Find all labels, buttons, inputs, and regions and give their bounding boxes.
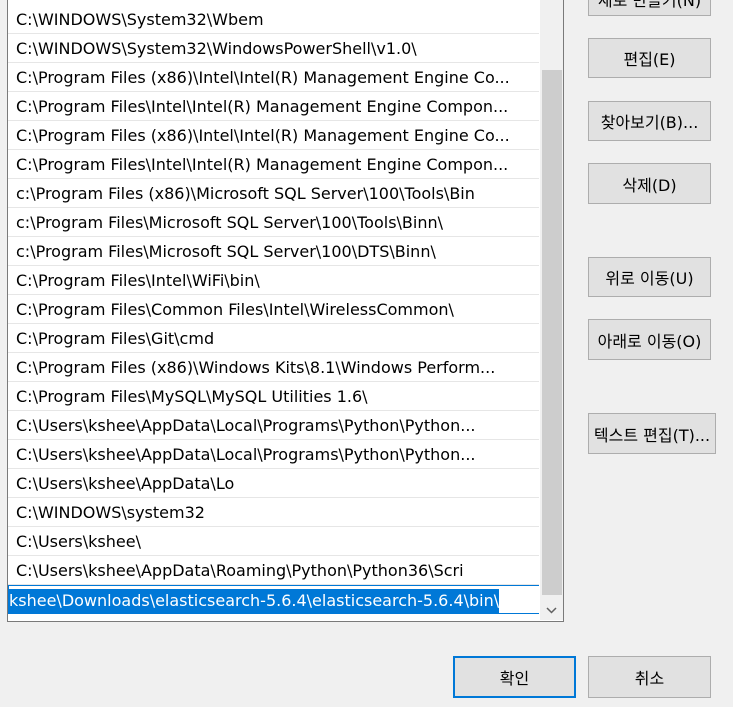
path-list-item-text: C:\Program Files\MySQL\MySQL Utilities 1… <box>16 387 368 406</box>
path-list-item[interactable]: C:\Users\kshee\AppData\Lo <box>8 469 541 498</box>
path-list-item[interactable]: C:\Users\kshee\AppData\Roaming\Python\Py… <box>8 556 541 585</box>
path-list-item[interactable]: C:\Program Files (x86)\Intel\Intel(R) Ma… <box>8 63 541 92</box>
path-list-item[interactable]: C:\Program Files\Git\cmd <box>8 324 541 353</box>
path-list-item-text: C:\WINDOWS\System32\WindowsPowerShell\v1… <box>16 39 417 58</box>
path-list-item-text: C:\Users\kshee\AppData\Roaming\Python\Py… <box>16 561 464 580</box>
path-list-item[interactable]: C:\Users\kshee\AppData\Local\Programs\Py… <box>8 440 541 469</box>
scrollbar-thumb[interactable] <box>542 70 562 595</box>
path-list-item-text: c:\Program Files\Microsoft SQL Server\10… <box>16 213 444 232</box>
chevron-down-icon <box>546 599 557 618</box>
path-list-item[interactable]: C:\Program Files (x86)\Windows Kits\8.1\… <box>8 353 541 382</box>
path-list-item[interactable]: C:\Program Files (x86)\Intel\Intel(R) Ma… <box>8 121 541 150</box>
path-list-item[interactable]: C:\Users\kshee\AppData\Local\Programs\Py… <box>8 411 541 440</box>
path-list-item[interactable]: C:\WINDOWS\System32\WindowsPowerShell\v1… <box>8 34 541 63</box>
path-list-item-text: c:\Program Files\Microsoft SQL Server\10… <box>16 242 436 261</box>
path-list-item-text: C:\Users\kshee\ <box>16 532 141 551</box>
path-list-item[interactable]: c:\Program Files\Microsoft SQL Server\10… <box>8 208 541 237</box>
move-down-button[interactable]: 아래로 이동(O) <box>588 319 711 360</box>
path-list-item-text: C:\Program Files\Intel\WiFi\bin\ <box>16 271 260 290</box>
path-list-item-text: C:\Program Files\Common Files\Intel\Wire… <box>16 300 454 319</box>
edit-text-button[interactable]: 텍스트 편집(T)... <box>588 413 716 454</box>
path-list-item[interactable]: c:\Program Files (x86)\Microsoft SQL Ser… <box>8 179 541 208</box>
move-up-button[interactable]: 위로 이동(U) <box>588 257 711 297</box>
path-list-item-text: C:\Program Files\Intel\Intel(R) Manageme… <box>16 97 509 116</box>
path-list-item[interactable]: C:\WINDOWS\System32\Wbem <box>8 5 541 34</box>
path-list-item-text: C:\Program Files (x86)\Intel\Intel(R) Ma… <box>16 126 510 145</box>
path-list-item-text: C:\Users\kshee\AppData\Lo <box>16 474 235 493</box>
path-list-item[interactable]: C:\Program Files\Intel\Intel(R) Manageme… <box>8 92 541 121</box>
path-list-item[interactable]: C:\WINDOWS\system32 <box>8 498 541 527</box>
path-list-item-text: C:\Program Files\Intel\Intel(R) Manageme… <box>16 155 509 174</box>
path-list-item[interactable]: C:\Program Files\Common Files\Intel\Wire… <box>8 295 541 324</box>
delete-button[interactable]: 삭제(D) <box>588 163 711 204</box>
cancel-button[interactable]: 취소 <box>588 656 711 698</box>
path-list-item[interactable]: C:\Users\kshee\ <box>8 527 541 556</box>
new-button[interactable]: 새로 만들기(N) <box>588 0 711 16</box>
path-list-item-text: C:\Program Files (x86)\Windows Kits\8.1\… <box>16 358 496 377</box>
path-list-item[interactable]: c:\Program Files\Microsoft SQL Server\10… <box>8 237 541 266</box>
edit-button[interactable]: 편집(E) <box>588 38 711 78</box>
vertical-scrollbar[interactable] <box>539 0 563 620</box>
path-list-item-text: C:\Program Files\Git\cmd <box>16 329 215 348</box>
path-list-item-text: C:\Program Files (x86)\Intel\Intel(R) Ma… <box>16 68 510 87</box>
path-list-item-text: c:\Program Files (x86)\Microsoft SQL Ser… <box>16 184 475 203</box>
path-edit-field[interactable]: \kshee\Downloads\elasticsearch-5.6.4\ela… <box>8 585 541 614</box>
path-list-item[interactable]: C:\Program Files\Intel\Intel(R) Manageme… <box>8 150 541 179</box>
ok-button[interactable]: 확인 <box>453 656 576 698</box>
path-list-item[interactable]: C:\Program Files\MySQL\MySQL Utilities 1… <box>8 382 541 411</box>
path-edit-selection: \kshee\Downloads\elasticsearch-5.6.4\ela… <box>9 589 500 613</box>
path-list-item-text: C:\WINDOWS\system32 <box>16 503 205 522</box>
path-list-item-text: C:\Users\kshee\AppData\Local\Programs\Py… <box>16 416 476 435</box>
path-list-item[interactable]: C:\Program Files\Intel\WiFi\bin\ <box>8 266 541 295</box>
path-list-item-text: C:\Users\kshee\AppData\Local\Programs\Py… <box>16 445 476 464</box>
path-list-item-text: C:\WINDOWS\System32\Wbem <box>16 10 264 29</box>
scroll-down-button[interactable] <box>540 596 563 620</box>
path-edit-text-wrap: \kshee\Downloads\elasticsearch-5.6.4\ela… <box>9 586 540 613</box>
browse-button[interactable]: 찾아보기(B)... <box>588 101 711 141</box>
path-list[interactable]: C:\WINDOWS\System32\Wbem C:\WINDOWS\Syste… <box>7 0 564 622</box>
